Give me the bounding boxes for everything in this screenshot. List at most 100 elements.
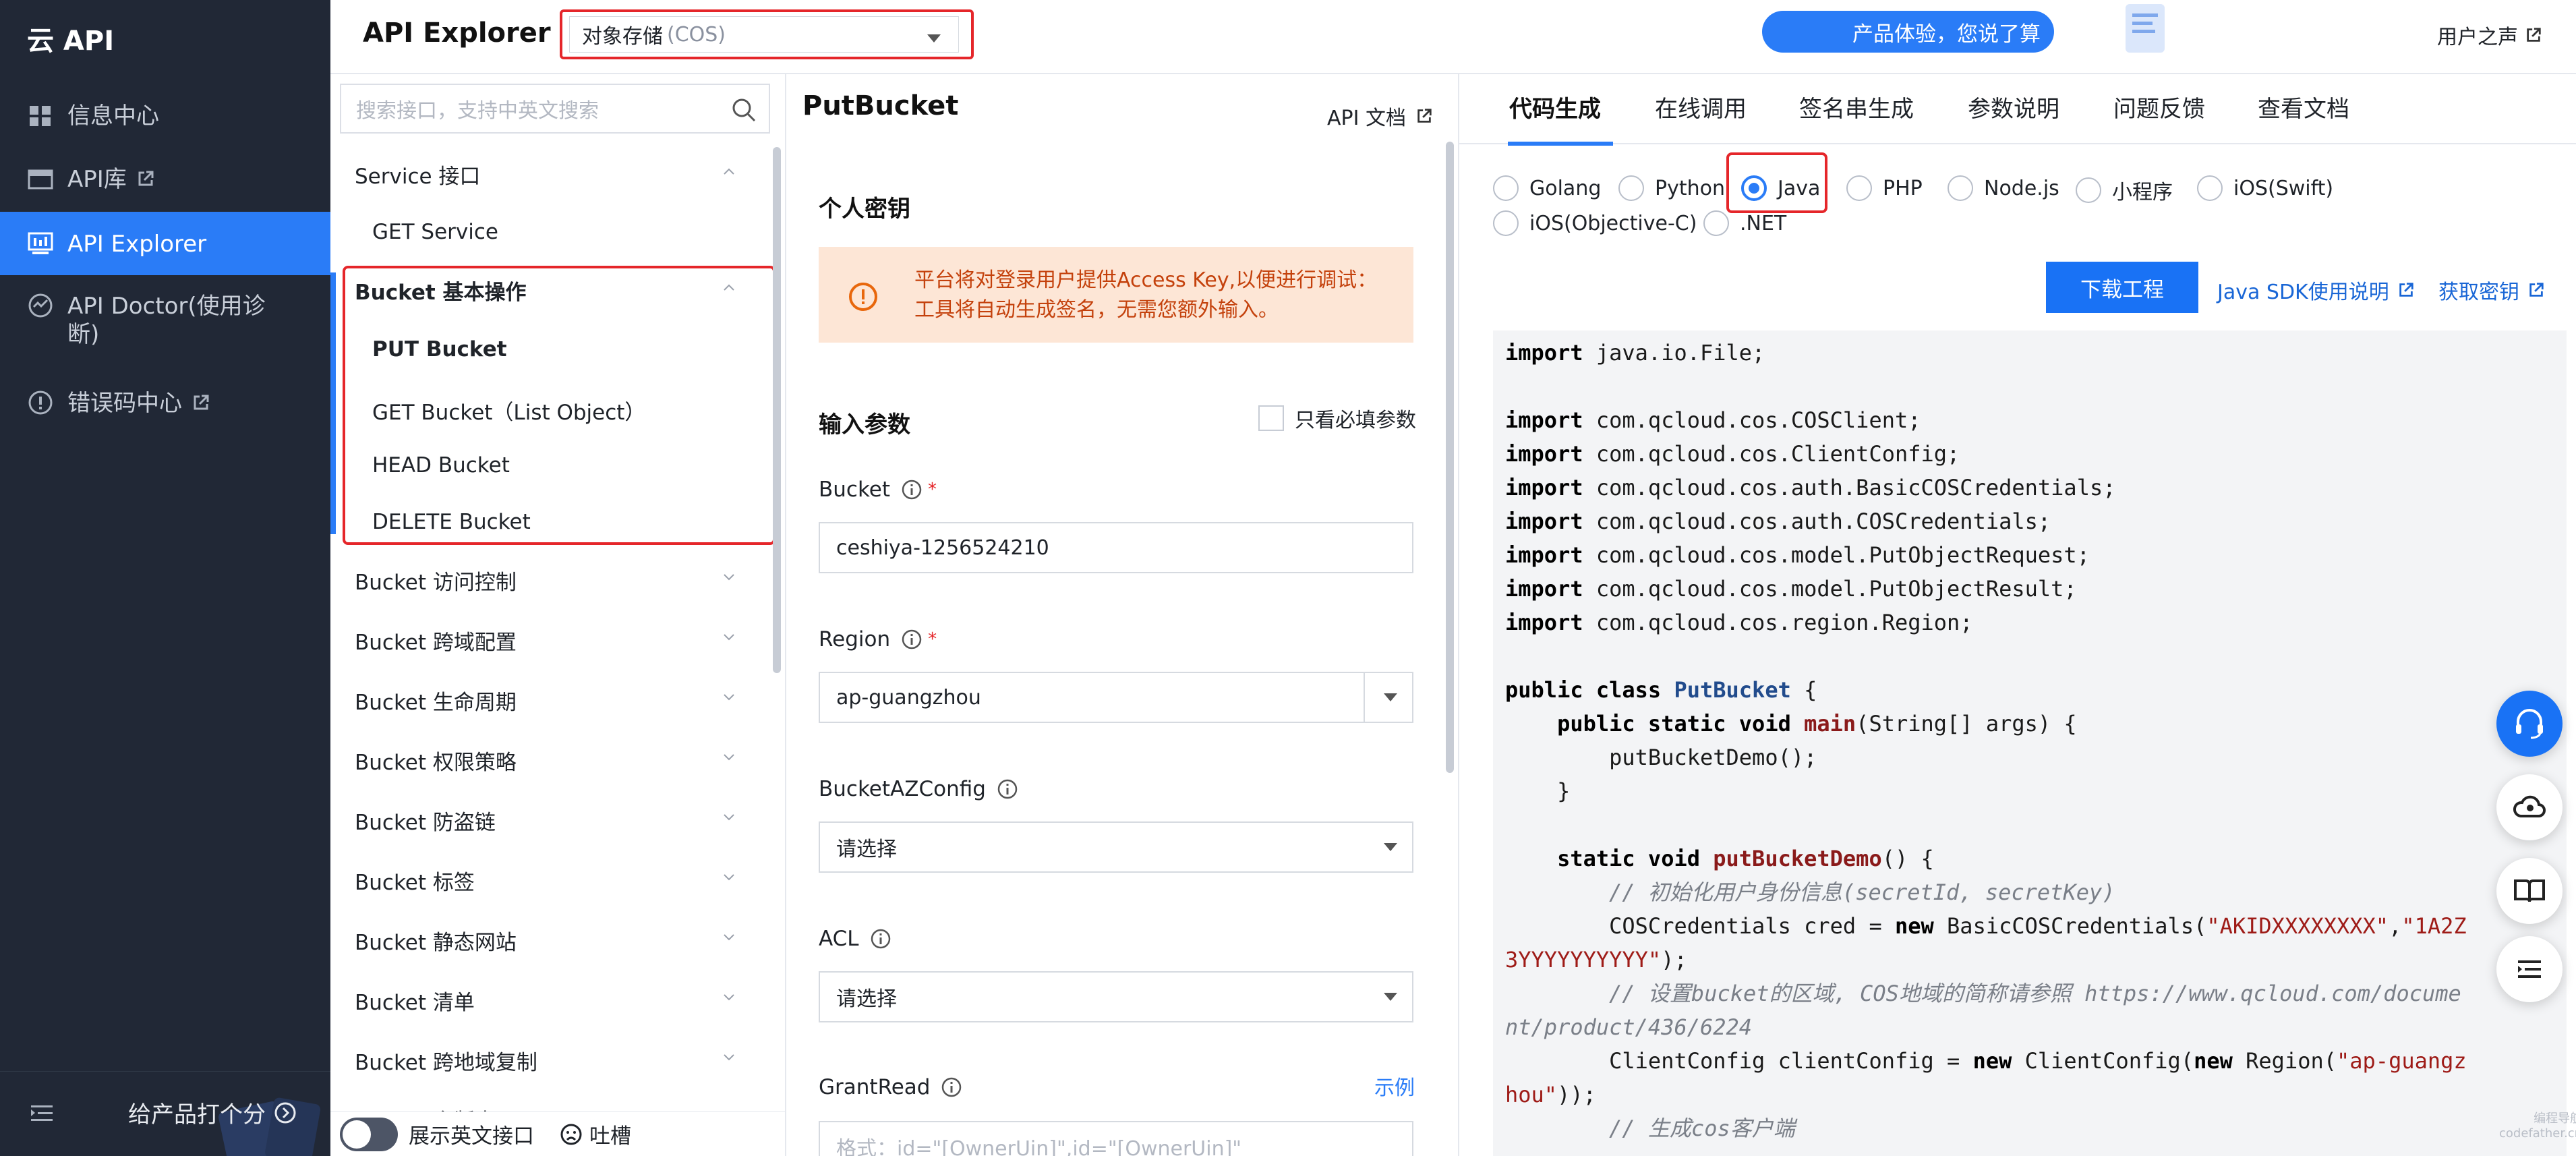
field-label: Region bbox=[819, 627, 891, 652]
lang-golang[interactable]: Golang bbox=[1493, 175, 1601, 201]
group-bucket-basic[interactable]: Bucket 基本操作 bbox=[330, 260, 762, 320]
lang-python[interactable]: Python bbox=[1618, 175, 1725, 201]
api-item-put-bucket[interactable]: PUT Bucket bbox=[372, 337, 507, 362]
bucket-input[interactable]: ceshiya-1256524210 bbox=[819, 522, 1413, 573]
chevron-up-icon bbox=[724, 284, 734, 291]
promo-banner[interactable]: 产品体验，您说了算 bbox=[1762, 11, 2054, 53]
brand-logo[interactable]: 云 API bbox=[27, 19, 114, 58]
group-bucket-acl[interactable]: Bucket 访问控制 bbox=[330, 550, 762, 610]
code-block[interactable]: import java.io.File; import com.qcloud.c… bbox=[1493, 330, 2567, 1156]
nav-label: API Explorer bbox=[67, 231, 207, 258]
lang-label: 小程序 bbox=[2112, 181, 2173, 204]
product-select[interactable]: 对象存储 (COS) bbox=[569, 16, 959, 53]
list-scrollbar[interactable] bbox=[773, 147, 781, 673]
group-bucket-tagging[interactable]: Bucket 标签 bbox=[330, 850, 762, 910]
tab-code-gen[interactable]: 代码生成 bbox=[1509, 90, 1601, 123]
required-only-checkbox[interactable]: 只看必填参数 bbox=[1258, 403, 1416, 433]
list-footer: 展示英文接口 吐槽 bbox=[330, 1111, 785, 1156]
list-button[interactable] bbox=[2496, 936, 2563, 1002]
group-label: Bucket 生命周期 bbox=[355, 690, 517, 715]
chevron-down-icon bbox=[724, 874, 734, 881]
form-scrollbar[interactable] bbox=[1446, 142, 1454, 773]
active-tab-indicator bbox=[1508, 142, 1613, 146]
sdk-doc-link[interactable]: Java SDK使用说明 bbox=[2217, 275, 2415, 305]
tab-signature[interactable]: 签名串生成 bbox=[1799, 90, 1914, 123]
toggle-label: 展示英文接口 bbox=[409, 1124, 534, 1149]
code-content: import java.io.File; import com.qcloud.c… bbox=[1505, 340, 2467, 1141]
collapse-menu-icon[interactable] bbox=[28, 1100, 55, 1127]
api-item-get-service[interactable]: GET Service bbox=[372, 220, 498, 244]
info-icon[interactable] bbox=[997, 778, 1018, 800]
api-item-delete-bucket[interactable]: DELETE Bucket bbox=[372, 510, 531, 534]
group-bucket-inventory[interactable]: Bucket 清单 bbox=[330, 971, 762, 1030]
acl-select[interactable]: 请选择 bbox=[819, 971, 1413, 1022]
nav-item-api-explorer[interactable]: API Explorer bbox=[0, 212, 330, 275]
group-bucket-cors[interactable]: Bucket 跨域配置 bbox=[330, 610, 762, 670]
search-placeholder: 搜索接口，支持中英文搜索 bbox=[356, 99, 599, 123]
cloud-user-button[interactable] bbox=[2496, 774, 2563, 840]
nav-label: 信息中心 bbox=[67, 103, 159, 129]
group-label: Bucket 标签 bbox=[355, 870, 475, 895]
api-item-head-bucket[interactable]: HEAD Bucket bbox=[372, 453, 510, 478]
docs-button[interactable] bbox=[2496, 858, 2563, 924]
customer-service-button[interactable] bbox=[2496, 691, 2563, 757]
group-bucket-website[interactable]: Bucket 静态网站 bbox=[330, 911, 762, 970]
api-search-input[interactable]: 搜索接口，支持中英文搜索 bbox=[340, 84, 770, 134]
group-label: Bucket 清单 bbox=[355, 990, 475, 1015]
input-section-title: 输入参数 bbox=[819, 411, 910, 438]
lang-nodejs[interactable]: Node.js bbox=[1948, 175, 2059, 201]
required-mark: * bbox=[928, 480, 937, 500]
feedback-link[interactable]: 吐槽 bbox=[560, 1119, 631, 1149]
lang-label: Java bbox=[1778, 176, 1821, 200]
lang-ios-swift[interactable]: iOS(Swift) bbox=[2197, 175, 2333, 201]
nav-item-api-library[interactable]: API库 bbox=[0, 147, 330, 210]
group-label: Bucket 访问控制 bbox=[355, 570, 517, 595]
lang-ios-objc[interactable]: iOS(Objective-C) bbox=[1493, 210, 1697, 236]
lang-dotnet[interactable]: .NET bbox=[1703, 210, 1786, 236]
group-bucket-replication[interactable]: Bucket 跨地域复制 bbox=[330, 1031, 762, 1090]
headset-icon bbox=[2516, 709, 2543, 739]
lang-miniprogram[interactable]: 小程序 bbox=[2076, 175, 2173, 205]
get-key-link[interactable]: 获取密钥 bbox=[2438, 275, 2545, 305]
info-icon[interactable] bbox=[941, 1076, 962, 1098]
external-link-icon bbox=[194, 395, 209, 410]
book-icon bbox=[2514, 879, 2545, 902]
external-link-icon bbox=[1417, 109, 1432, 123]
tab-online-call[interactable]: 在线调用 bbox=[1655, 90, 1747, 123]
user-voice-link[interactable]: 用户之声 bbox=[2437, 20, 2542, 50]
chevron-down-icon bbox=[724, 934, 734, 941]
code-tabs: 代码生成 在线调用 签名串生成 参数说明 问题反馈 查看文档 bbox=[1459, 74, 2576, 146]
tab-view-doc[interactable]: 查看文档 bbox=[2258, 90, 2349, 123]
external-link-icon bbox=[2529, 283, 2544, 297]
search-icon[interactable] bbox=[731, 97, 757, 123]
api-item-get-bucket[interactable]: GET Bucket（List Object） bbox=[372, 395, 645, 426]
api-doc-link[interactable]: API 文档 bbox=[1327, 101, 1433, 131]
nav-item-api-doctor[interactable]: API Doctor(使用诊断) bbox=[0, 274, 330, 362]
region-label: Region * bbox=[819, 627, 937, 652]
download-project-button[interactable]: 下载工程 bbox=[2046, 262, 2198, 313]
lang-php[interactable]: PHP bbox=[1846, 175, 1923, 201]
bucket-az-config-select[interactable]: 请选择 bbox=[819, 821, 1413, 873]
rate-product-link[interactable]: 给产品打个分 bbox=[128, 1096, 297, 1129]
bucket-az-config-label: BucketAZConfig bbox=[819, 777, 1018, 801]
group-bucket-referer[interactable]: Bucket 防盗链 bbox=[330, 790, 762, 850]
english-api-toggle[interactable] bbox=[340, 1117, 398, 1151]
lang-label: iOS(Swift) bbox=[2233, 176, 2334, 200]
info-icon[interactable] bbox=[901, 479, 923, 500]
lang-java[interactable]: Java bbox=[1741, 175, 1820, 201]
nav-item-error-codes[interactable]: 错误码中心 bbox=[0, 371, 330, 434]
field-label: GrantRead bbox=[819, 1075, 931, 1099]
group-service[interactable]: Service 接口 bbox=[330, 144, 762, 204]
region-value: ap-guangzhou bbox=[836, 685, 981, 710]
tab-feedback[interactable]: 问题反馈 bbox=[2113, 90, 2205, 123]
nav-item-info-center[interactable]: 信息中心 bbox=[0, 84, 330, 147]
group-bucket-policy[interactable]: Bucket 权限策略 bbox=[330, 730, 762, 790]
grant-read-input[interactable]: 格式：id="[OwnerUin]",id="[OwnerUin]" bbox=[819, 1121, 1413, 1156]
example-link[interactable]: 示例 bbox=[1374, 1071, 1415, 1101]
region-select[interactable]: ap-guangzhou bbox=[819, 672, 1413, 723]
tab-param-doc[interactable]: 参数说明 bbox=[1968, 90, 2059, 123]
group-bucket-lifecycle[interactable]: Bucket 生命周期 bbox=[330, 670, 762, 730]
lang-label: Golang bbox=[1529, 176, 1602, 200]
info-icon[interactable] bbox=[870, 928, 891, 950]
info-icon[interactable] bbox=[901, 629, 923, 650]
